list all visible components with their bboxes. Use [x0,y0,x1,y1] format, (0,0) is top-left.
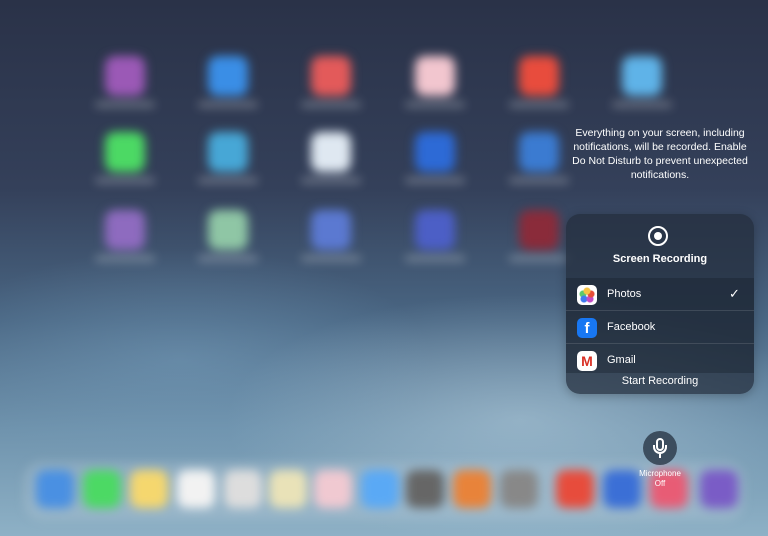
home-app-label [301,256,361,261]
home-app-icon [105,56,145,96]
home-app-label [95,102,155,107]
app-label: Facebook [607,321,656,333]
home-app-label [198,102,258,107]
photos-icon [577,285,597,305]
home-app-label [509,102,569,107]
home-app-icon [208,56,248,96]
dock-app-icon [177,470,215,508]
dock-app-icon [500,470,538,508]
home-app-label [301,102,361,107]
broadcast-app-list[interactable]: Photos ✓ f Facebook M Gmail [566,278,754,373]
dock-app-icon [314,470,352,508]
home-app-icon [311,210,351,250]
dock-app-icon [453,470,491,508]
dock-app-icon [83,470,121,508]
panel-title: Screen Recording [612,253,708,265]
home-app-label [301,178,361,183]
screen-recording-panel: Screen Recording Photos ✓ f Facebook M G… [566,214,754,394]
panel-header: Screen Recording [566,214,754,276]
home-app-icon [311,132,351,172]
home-app-icon [519,56,559,96]
home-app-icon [415,210,455,250]
dock-app-icon [36,470,74,508]
home-app-label [405,256,465,261]
home-app-label [95,178,155,183]
dock-app-icon [700,470,738,508]
home-app-icon [415,56,455,96]
app-label: Photos [607,288,642,300]
home-app-icon [519,210,559,250]
screen-recording-screen: Everything on your screen, including not… [0,0,768,536]
dock-app-icon [269,470,307,508]
recording-notice-text: Everything on your screen, including not… [572,127,748,181]
dock-app-icon [361,470,399,508]
home-app-icon [208,132,248,172]
home-app-icon [519,132,559,172]
microphone-toggle-button[interactable] [643,431,677,465]
home-app-icon [311,56,351,96]
home-app-label [95,256,155,261]
home-app-label [405,102,465,107]
dock-app-icon [406,470,444,508]
checkmark-icon: ✓ [729,286,740,301]
home-app-label [612,102,672,107]
list-item-gmail[interactable]: M Gmail [566,344,754,373]
facebook-icon: f [577,318,597,338]
gmail-icon: M [577,351,597,371]
start-recording-button[interactable]: Start Recording [566,374,754,394]
home-app-icon [415,132,455,172]
dock-app-icon [224,470,262,508]
home-app-icon [105,210,145,250]
home-app-label [405,178,465,183]
microphone-label: Microphone Off [639,469,681,488]
dock-app-icon [556,470,594,508]
dock-app-icon [130,470,168,508]
home-app-icon [208,210,248,250]
home-app-label [509,256,569,261]
home-app-icon [622,56,662,96]
list-item-facebook[interactable]: f Facebook [566,311,754,344]
home-app-icon [105,132,145,172]
list-item-photos[interactable]: Photos ✓ [566,278,754,311]
record-icon [648,226,668,246]
home-app-label [198,178,258,183]
app-label: Gmail [607,354,636,366]
home-app-label [198,256,258,261]
home-app-label [509,178,569,183]
